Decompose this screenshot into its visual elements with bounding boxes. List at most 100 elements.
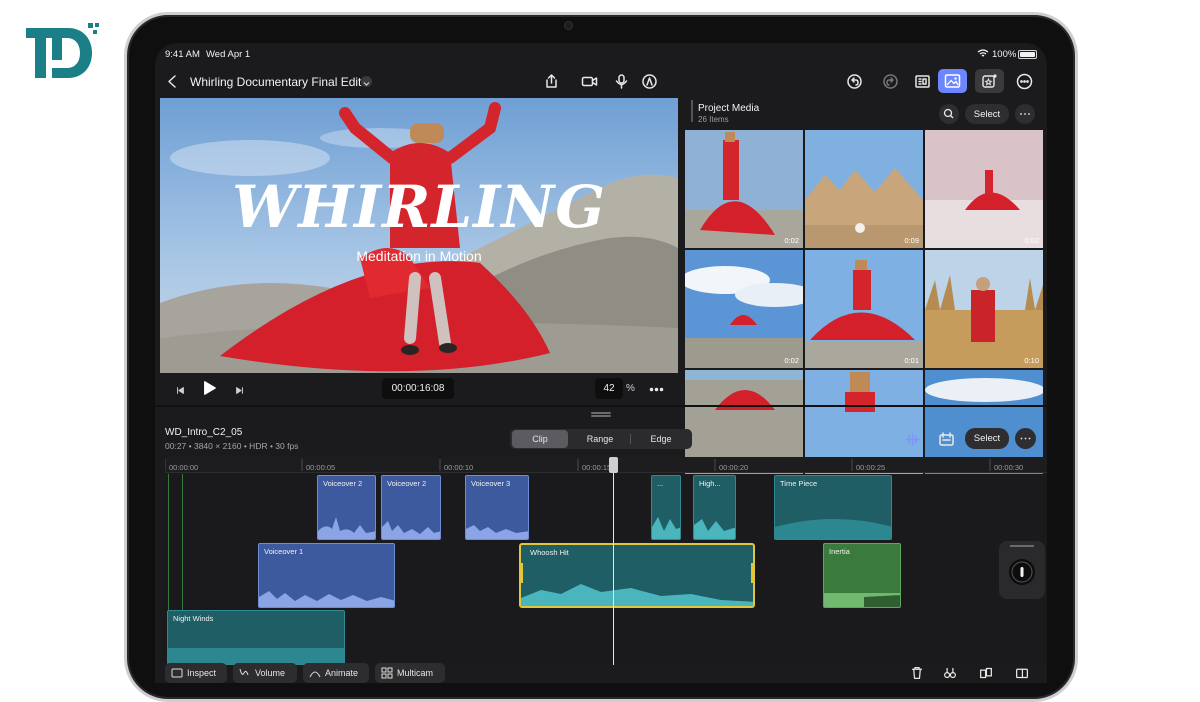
project-title[interactable]: Whirling Documentary Final Edit [190, 75, 361, 89]
clip-name: WD_Intro_C2_05 [165, 427, 243, 438]
effects-button[interactable] [975, 69, 1004, 93]
volume-icon [239, 668, 249, 676]
timeline-select-button[interactable]: Select [965, 428, 1009, 449]
resize-handle[interactable] [591, 415, 611, 417]
video-viewer[interactable]: WHIRLING Meditation in Motion [160, 98, 678, 373]
play-icon[interactable] [198, 377, 220, 399]
clip-label: Voiceover 3 [471, 479, 511, 488]
jog-wheel-panel[interactable] [999, 541, 1045, 599]
jog-wheel-icon[interactable] [1009, 559, 1035, 585]
undo-icon[interactable] [843, 70, 865, 92]
playhead[interactable] [613, 460, 614, 665]
clip-inertia[interactable]: Inertia [823, 543, 901, 608]
media-thumbnail[interactable]: 0:10 [925, 250, 1043, 368]
media-browser-icon [944, 74, 961, 88]
battery-icon [1018, 50, 1037, 59]
media-thumbnail[interactable]: 0:09 [805, 130, 923, 248]
zoom-field[interactable]: 42 [595, 378, 623, 399]
thumbnail-duration: 0:01 [904, 356, 919, 365]
multicam-button[interactable]: Multicam [375, 663, 445, 683]
redo-icon[interactable] [879, 70, 901, 92]
ruler-label: 00:00:30 [994, 463, 1024, 472]
media-thumbnail[interactable]: 0:02 [925, 130, 1043, 248]
more-icon[interactable] [1013, 70, 1035, 92]
media-thumbnail[interactable]: 0:02 [685, 130, 803, 248]
battery-percent: 100% [992, 49, 1017, 60]
delete-icon[interactable] [906, 662, 928, 683]
animate-button[interactable]: Animate [303, 663, 369, 683]
clip-label: Night Winds [173, 614, 214, 623]
segment-edge[interactable]: Edge [631, 430, 691, 448]
media-browser-button[interactable] [938, 69, 967, 93]
camera-icon[interactable] [578, 70, 600, 92]
clip-label: Voiceover 2 [387, 479, 427, 488]
pen-icon[interactable] [638, 70, 660, 92]
app-screen: 9:41 AM Wed Apr 1 100% Whirling Document… [155, 43, 1047, 683]
segment-range[interactable]: Range [570, 430, 630, 448]
split-icon[interactable] [975, 662, 997, 683]
pane-divider [155, 405, 1047, 407]
microphone-icon[interactable] [610, 70, 632, 92]
playhead-handle[interactable] [609, 457, 618, 473]
timeline-more-icon[interactable] [1015, 428, 1036, 449]
media-thumbnail[interactable]: 0:02 [685, 250, 803, 368]
ruler-label: 00:00:20 [719, 463, 749, 472]
clip-time-piece[interactable]: Time Piece [774, 475, 892, 540]
clip-details: 00:27 • 3840 × 2160 • HDR • 30 fps [165, 441, 299, 451]
clip-voiceover-1[interactable]: Voiceover 1 [258, 543, 395, 608]
clip-label: ... [657, 479, 664, 488]
thumbnail-duration: 0:02 [784, 236, 799, 245]
clip-label: Inertia [829, 547, 850, 556]
project-media-title: Project Media [698, 103, 760, 114]
clip-label: Time Piece [780, 479, 818, 488]
clip-voiceover-2[interactable]: Voiceover 2 [317, 475, 376, 540]
effects-icon [982, 74, 997, 88]
ruler-label: 00:00:15 [582, 463, 612, 472]
multicam-icon [381, 667, 393, 679]
animate-label: Animate [325, 668, 359, 678]
clip-voiceover-3[interactable]: Voiceover 3 [465, 475, 529, 540]
thumbnail-duration: 0:02 [1024, 236, 1039, 245]
replace-icon[interactable] [1011, 662, 1033, 683]
clip-night-winds[interactable]: Night Winds [167, 610, 345, 665]
title-overlay: WHIRLING [232, 173, 606, 241]
clip-whoosh-hit[interactable]: Whoosh Hit [519, 543, 755, 608]
inspect-button[interactable]: Inspect [165, 663, 227, 683]
clip-label: Whoosh Hit [530, 548, 569, 557]
clip-label: Voiceover 2 [323, 479, 363, 488]
timeline-view-icon[interactable] [935, 428, 957, 450]
front-camera [564, 21, 573, 30]
clip-high[interactable]: High... [693, 475, 736, 540]
snapping-icon[interactable] [901, 428, 923, 450]
project-media-panel: Project Media 26 Items Select 0:02 0:09 … [683, 98, 1047, 488]
inspector-icon[interactable] [911, 70, 933, 92]
media-select-button[interactable]: Select [965, 104, 1009, 124]
skip-forward-icon[interactable] [228, 379, 250, 401]
project-media-count: 26 Items [698, 115, 729, 124]
panel-divider [691, 100, 693, 122]
media-more-icon[interactable] [1015, 104, 1035, 124]
dropdown-chevron-icon[interactable] [361, 76, 372, 87]
subtitle-overlay: Meditation in Motion [356, 248, 482, 264]
back-icon[interactable] [161, 70, 183, 92]
ruler-label: 00:00:00 [169, 463, 199, 472]
detach-icon[interactable] [939, 662, 961, 683]
resize-handle[interactable] [591, 412, 611, 414]
clip-label: Voiceover 1 [264, 547, 304, 556]
timecode-display[interactable]: 00:00:16:08 [382, 378, 454, 399]
media-thumbnail[interactable]: 0:01 [805, 250, 923, 368]
ruler-label: 00:00:25 [856, 463, 886, 472]
viewer-more-icon[interactable] [645, 378, 667, 400]
volume-button[interactable]: Volume [233, 663, 297, 683]
skip-back-icon[interactable] [169, 379, 191, 401]
search-icon[interactable] [939, 104, 959, 124]
export-icon[interactable] [540, 70, 562, 92]
thumbnail-duration: 0:09 [904, 236, 919, 245]
volume-label: Volume [255, 668, 286, 678]
clip-voiceover-2[interactable]: Voiceover 2 [381, 475, 441, 540]
thumbnail-duration: 0:02 [784, 356, 799, 365]
multicam-label: Multicam [397, 668, 434, 678]
segment-clip[interactable]: Clip [512, 430, 568, 448]
clip-label: High... [699, 479, 721, 488]
clip-sound-effect[interactable]: ... [651, 475, 681, 540]
